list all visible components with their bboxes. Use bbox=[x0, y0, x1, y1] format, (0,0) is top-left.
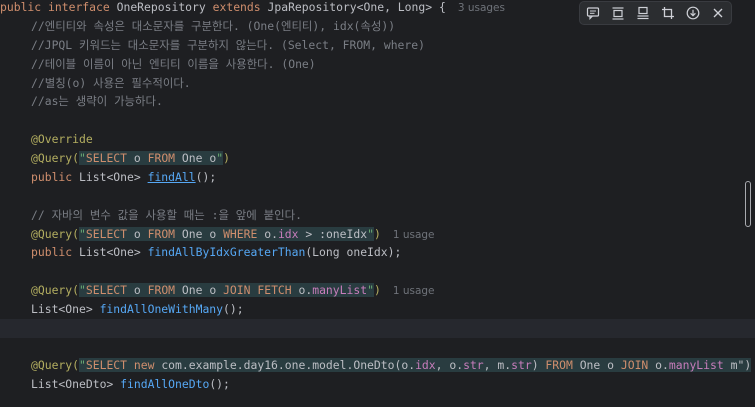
code-line-method: List<One> findAllOneWithMany(); bbox=[31, 302, 244, 316]
comment-button[interactable] bbox=[584, 4, 602, 22]
keyword: public bbox=[31, 170, 73, 184]
panel-button[interactable] bbox=[634, 4, 652, 22]
jpql-query-string: "SELECT o FROM One o WHERE o.idx > :oneI… bbox=[79, 227, 374, 241]
crop-icon bbox=[662, 7, 675, 19]
download-button[interactable] bbox=[684, 4, 702, 22]
interface-name: OneRepository bbox=[116, 0, 206, 14]
usages-hint[interactable]: 1 usage bbox=[393, 229, 435, 241]
current-line-highlight bbox=[0, 319, 755, 338]
code-line-query: @Query("SELECT o FROM One o") bbox=[31, 151, 230, 165]
method-name[interactable]: findAllByIdxGreaterThan bbox=[148, 245, 306, 259]
annotation: @Override bbox=[31, 132, 93, 146]
method-name[interactable]: findAllOneDto bbox=[120, 377, 209, 391]
floating-toolbar bbox=[579, 1, 732, 25]
code-line-method: public List<One> findAllByIdxGreaterThan… bbox=[31, 245, 402, 259]
close-button[interactable] bbox=[709, 4, 727, 22]
keyword: public bbox=[31, 245, 73, 259]
annotation: @Query( bbox=[31, 227, 80, 241]
usages-hint[interactable]: 1 usage bbox=[393, 285, 435, 297]
code-editor[interactable]: public interface OneRepository extends J… bbox=[0, 0, 755, 407]
annotation: @Query( bbox=[31, 151, 80, 165]
jpql-query-string: "SELECT o FROM One o" bbox=[79, 151, 224, 165]
keyword: public bbox=[0, 0, 42, 14]
panel-icon bbox=[637, 6, 649, 20]
keyword: extends bbox=[212, 0, 261, 14]
usages-hint[interactable]: 3 usages bbox=[458, 2, 505, 14]
keyword: interface bbox=[48, 0, 110, 14]
jpql-query-string: "SELECT o FROM One o JOIN FETCH o.manyLi… bbox=[79, 283, 374, 297]
download-icon bbox=[686, 6, 700, 20]
align-icon bbox=[612, 7, 624, 20]
code-line-query: @Query("SELECT new com.example.day16.one… bbox=[0, 356, 755, 375]
comment-line: //JPQL 키워드는 대소문자를 구분하지 않는다. (Select, FRO… bbox=[31, 38, 425, 52]
annotation: @Query( bbox=[31, 358, 80, 372]
jpql-query-string: "SELECT new com.example.day16.one.model.… bbox=[79, 358, 752, 372]
crop-button[interactable] bbox=[659, 4, 677, 22]
method-name[interactable]: findAllOneWithMany bbox=[100, 302, 223, 316]
parent-type: JpaRepository<One, Long> bbox=[267, 0, 433, 14]
comment-line: //as는 생략이 가능하다. bbox=[31, 94, 163, 108]
vertical-scrollbar-thumb[interactable] bbox=[745, 181, 751, 227]
comment-line: //별칭(o) 사용은 필수적이다. bbox=[31, 76, 191, 90]
comment-line: //테이블 이름이 아닌 엔티티 이름을 사용한다. (One) bbox=[31, 57, 316, 71]
align-button[interactable] bbox=[609, 4, 627, 22]
method-name[interactable]: findAll bbox=[148, 170, 196, 184]
code-line-query: @Query("SELECT o FROM One o JOIN FETCH o… bbox=[31, 283, 435, 297]
comment-line: // 자바의 변수 값을 사용할 때는 :을 앞에 붙인다. bbox=[31, 208, 302, 222]
code-line-method: List<OneDto> findAllOneDto(); bbox=[31, 377, 230, 391]
close-icon bbox=[713, 8, 723, 18]
code-line-override: @Override bbox=[0, 130, 755, 149]
comment-icon bbox=[586, 7, 599, 20]
code-line-method: public List<One> findAll(); bbox=[31, 170, 217, 184]
code-line-query: @Query("SELECT o FROM One o WHERE o.idx … bbox=[31, 227, 435, 241]
annotation: @Query( bbox=[31, 283, 80, 297]
